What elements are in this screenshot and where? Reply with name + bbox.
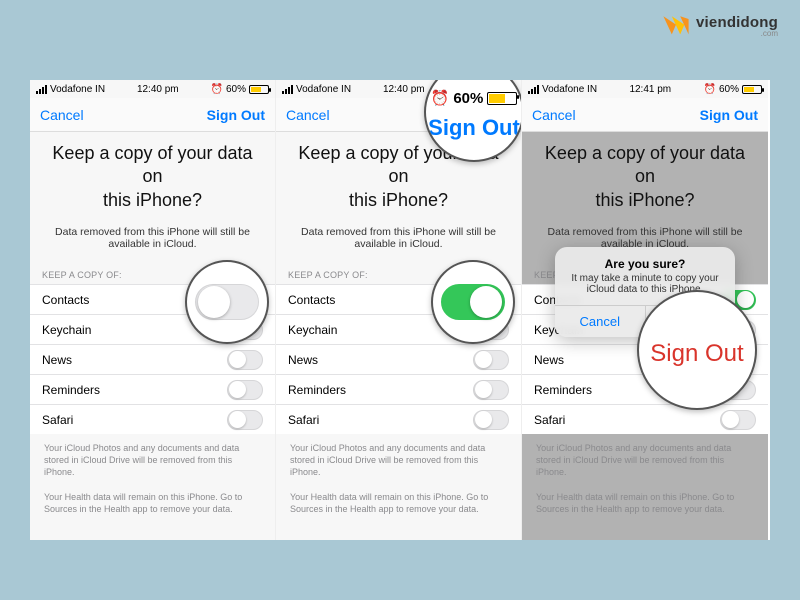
magnified-alert-signout: Sign Out xyxy=(650,340,743,368)
page-subtitle: Data removed from this iPhone will still… xyxy=(30,216,275,264)
alert-cancel-button[interactable]: Cancel xyxy=(555,306,645,337)
magnifier-toggle-on xyxy=(431,260,515,344)
footnote-1: Your iCloud Photos and any documents and… xyxy=(522,434,768,482)
row-label: Keychain xyxy=(288,323,337,337)
toggle-safari[interactable] xyxy=(720,410,756,430)
clock: 12:40 pm xyxy=(383,84,425,95)
footnote-2: Your Health data will remain on this iPh… xyxy=(276,483,521,519)
magnifier-toggle-off xyxy=(185,260,269,344)
footnote-2: Your Health data will remain on this iPh… xyxy=(30,483,275,519)
row-label: Reminders xyxy=(534,383,592,397)
alert-title: Are you sure? xyxy=(555,247,735,273)
row-label: Reminders xyxy=(288,383,346,397)
signal-icon xyxy=(282,85,293,94)
row-label: Safari xyxy=(288,413,319,427)
row-label: News xyxy=(42,353,72,367)
row-label: Safari xyxy=(42,413,73,427)
nav-bar: Cancel Sign Out xyxy=(522,98,768,132)
row-label: Reminders xyxy=(42,383,100,397)
page-title: Keep a copy of your data onthis iPhone? xyxy=(522,132,768,216)
row-label: Contacts xyxy=(42,293,89,307)
screen-2: Vodafone IN 12:40 pm ⏰ 60% Cancel Sign O… xyxy=(276,80,522,540)
status-bar: Vodafone IN 12:40 pm ⏰ 60% xyxy=(30,80,275,98)
row-label: Safari xyxy=(534,413,565,427)
toggle-news[interactable] xyxy=(227,350,263,370)
toggle-safari[interactable] xyxy=(473,410,509,430)
row-news: News xyxy=(276,344,521,374)
tutorial-stage: Vodafone IN 12:40 pm ⏰ 60% Cancel Sign O… xyxy=(30,80,770,540)
battery-icon xyxy=(742,85,762,94)
battery-icon xyxy=(249,85,269,94)
signout-button[interactable]: Sign Out xyxy=(700,107,758,123)
battery-pct: 60% xyxy=(226,84,246,95)
battery-pct: 60% xyxy=(719,84,739,95)
magnifier-alert-signout: Sign Out xyxy=(637,290,757,410)
screen-1: Vodafone IN 12:40 pm ⏰ 60% Cancel Sign O… xyxy=(30,80,276,540)
toggle-reminders[interactable] xyxy=(227,380,263,400)
carrier-label: Vodafone IN xyxy=(50,84,105,95)
status-bar: Vodafone IN 12:41 pm ⏰ 60% xyxy=(522,80,768,98)
footnote-1: Your iCloud Photos and any documents and… xyxy=(30,434,275,482)
carrier-label: Vodafone IN xyxy=(542,84,597,95)
alarm-icon: ⏰ xyxy=(431,89,450,107)
clock: 12:41 pm xyxy=(629,84,671,95)
row-label: News xyxy=(288,353,318,367)
alarm-icon: ⏰ xyxy=(704,84,716,95)
row-reminders: Reminders xyxy=(30,374,275,404)
row-safari: Safari xyxy=(276,404,521,434)
toggle-reminders[interactable] xyxy=(473,380,509,400)
row-label: Contacts xyxy=(288,293,335,307)
magnified-toggle-on xyxy=(441,284,505,320)
toggle-news[interactable] xyxy=(473,350,509,370)
row-safari: Safari xyxy=(522,404,768,434)
page-subtitle: Data removed from this iPhone will still… xyxy=(276,216,521,264)
row-label: Keychain xyxy=(42,323,91,337)
row-reminders: Reminders xyxy=(276,374,521,404)
signal-icon xyxy=(36,85,47,94)
row-news: News xyxy=(30,344,275,374)
battery-icon xyxy=(487,92,517,105)
watermark: viendidong .com xyxy=(662,14,778,38)
screen-3: Vodafone IN 12:41 pm ⏰ 60% Cancel Sign O… xyxy=(522,80,768,540)
footnote-1: Your iCloud Photos and any documents and… xyxy=(276,434,521,482)
alarm-icon: ⏰ xyxy=(211,84,223,95)
row-safari: Safari xyxy=(30,404,275,434)
brand-logo-icon xyxy=(662,14,690,38)
toggle-safari[interactable] xyxy=(227,410,263,430)
signal-icon xyxy=(528,85,539,94)
page-title: Keep a copy of your data onthis iPhone? xyxy=(30,132,275,216)
magnified-toggle-off xyxy=(195,284,259,320)
cancel-button[interactable]: Cancel xyxy=(532,107,576,123)
nav-bar: Cancel Sign Out xyxy=(30,98,275,132)
cancel-button[interactable]: Cancel xyxy=(286,107,330,123)
signout-button[interactable]: Sign Out xyxy=(207,107,265,123)
magnified-battery-pct: 60% xyxy=(453,90,483,107)
magnified-signout-label: Sign Out xyxy=(428,115,520,141)
row-label: News xyxy=(534,353,564,367)
footnote-2: Your Health data will remain on this iPh… xyxy=(522,483,768,519)
cancel-button[interactable]: Cancel xyxy=(40,107,84,123)
clock: 12:40 pm xyxy=(137,84,179,95)
carrier-label: Vodafone IN xyxy=(296,84,351,95)
